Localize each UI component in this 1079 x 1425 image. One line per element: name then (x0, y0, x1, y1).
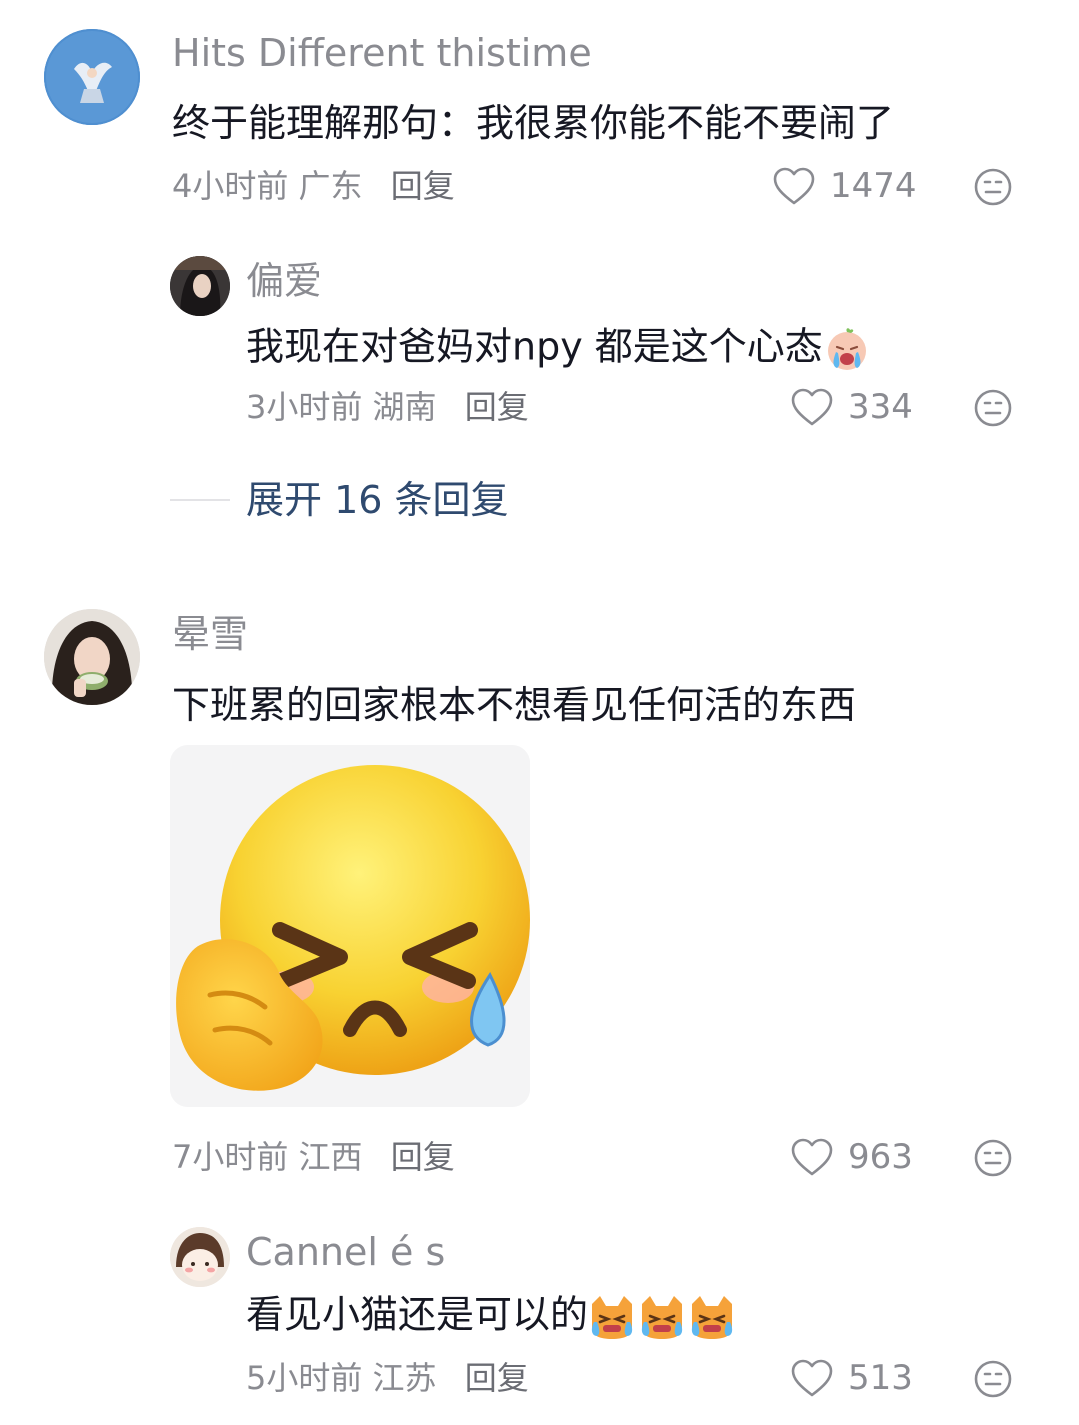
reply-button[interactable]: 回复 (391, 167, 455, 205)
avatar-image (170, 256, 230, 316)
facepalm-tears-sticker-icon (170, 745, 530, 1107)
reply-text-row: 我现在对爸妈对npy 都是这个心态 (246, 326, 871, 372)
avatar-image (44, 609, 140, 705)
comment-time: 7小时前 (172, 1138, 289, 1176)
like-button[interactable]: 513 (790, 1358, 913, 1398)
comment-meta: 7小时前 江西 回复 (172, 1141, 455, 1173)
comment-username[interactable]: 晕雪 (172, 615, 248, 653)
avatar[interactable] (44, 609, 140, 705)
reply-text-row: 看见小猫还是可以的 (246, 1294, 738, 1340)
like-count: 334 (848, 387, 913, 427)
like-count: 963 (848, 1137, 913, 1177)
expand-replies-label: 展开 16 条回复 (246, 478, 509, 522)
crying-baby-emoji-icon (827, 328, 866, 370)
reply-button[interactable]: 回复 (391, 1138, 455, 1176)
reply-location: 江苏 (372, 1359, 437, 1397)
comment-location: 广东 (298, 167, 363, 205)
reply-text: 我现在对爸妈对npy 都是这个心态 (246, 324, 823, 369)
like-button[interactable]: 963 (790, 1137, 913, 1177)
comment-username[interactable]: Hits Different thistime (172, 34, 592, 72)
like-count: 513 (848, 1358, 913, 1398)
reply-location: 湖南 (372, 388, 437, 426)
reply-text: 看见小猫还是可以的 (246, 1292, 589, 1337)
heart-icon (791, 1138, 833, 1176)
comment-sticker-image[interactable] (170, 745, 530, 1107)
heart-icon (791, 1359, 833, 1397)
comment-text: 下班累的回家根本不想看见任何活的东西 (172, 683, 857, 727)
avatar-image (170, 1227, 230, 1287)
reply-button[interactable]: 回复 (465, 1359, 529, 1397)
divider (170, 499, 230, 501)
avatar[interactable] (170, 1227, 230, 1287)
reply-time: 3小时前 (246, 388, 363, 426)
like-button[interactable]: 1474 (772, 166, 917, 206)
reply-username[interactable]: 偏爱 (246, 262, 322, 300)
avatar[interactable] (170, 256, 230, 316)
dislike-face-icon[interactable] (973, 1359, 1013, 1399)
expand-replies-button[interactable]: 展开 16 条回复 (170, 481, 509, 519)
reply-meta: 3小时前 湖南 回复 (246, 391, 529, 423)
reply-username[interactable]: Cannel é s (246, 1233, 445, 1271)
dislike-face-icon[interactable] (973, 388, 1013, 428)
reply-meta: 5小时前 江苏 回复 (246, 1362, 529, 1394)
dislike-face-icon[interactable] (973, 1138, 1013, 1178)
like-count: 1474 (830, 166, 917, 206)
dislike-face-icon[interactable] (973, 167, 1013, 207)
reply-time: 5小时前 (246, 1359, 363, 1397)
heart-icon (791, 388, 833, 426)
crying-cat-emoji-icon (591, 1296, 733, 1339)
comment-text: 终于能理解那句：我很累你能不能不要闹了 (172, 101, 895, 145)
like-button[interactable]: 334 (790, 387, 913, 427)
comment-time: 4小时前 (172, 167, 289, 205)
avatar-image (44, 29, 140, 125)
reply-button[interactable]: 回复 (465, 388, 529, 426)
avatar[interactable] (44, 29, 140, 125)
comment-meta: 4小时前 广东 回复 (172, 170, 455, 202)
comment-location: 江西 (298, 1138, 363, 1176)
heart-icon (773, 167, 815, 205)
